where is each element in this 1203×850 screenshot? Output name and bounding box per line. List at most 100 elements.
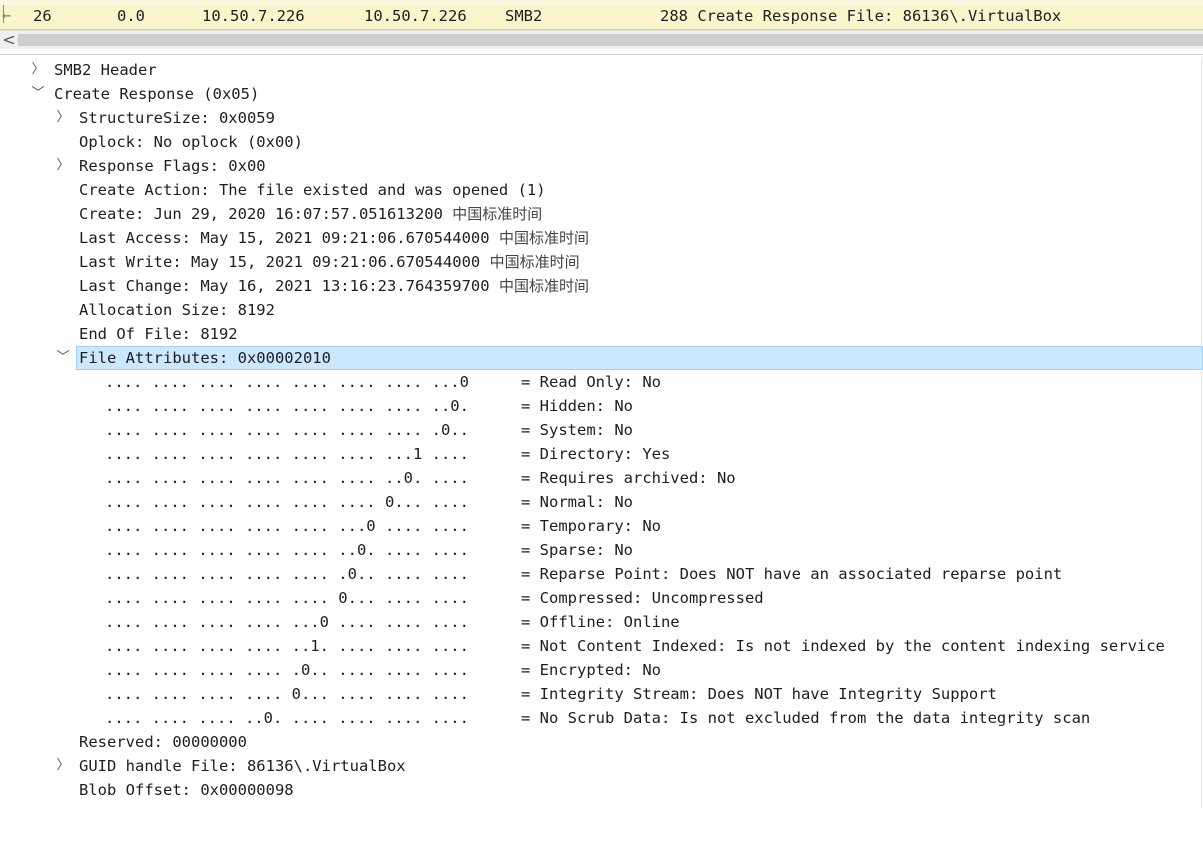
attribute-row-temporary[interactable]: .... .... .... .... .... ...0 .... .... =… bbox=[0, 514, 1203, 538]
attribute-label: = Hidden: No bbox=[521, 397, 633, 415]
attribute-row-offline[interactable]: .... .... .... .... ...0 .... .... .... =… bbox=[0, 610, 1203, 634]
tree-item-guid-handle[interactable]: 〉 GUID handle File: 86136\.VirtualBox bbox=[0, 754, 1203, 778]
packet-no: 26 bbox=[33, 7, 52, 25]
attribute-label: = Integrity Stream: Does NOT have Integr… bbox=[521, 685, 997, 703]
tree-item-label: SMB2 Header bbox=[54, 61, 157, 79]
tree-item-last-access[interactable]: Last Access: May 15, 2021 09:21:06.67054… bbox=[0, 226, 1203, 250]
tree-item-label: Blob Offset: 0x00000098 bbox=[79, 781, 294, 799]
timestamp-text: Create: Jun 29, 2020 16:07:57.051613200 bbox=[79, 205, 443, 223]
packet-list-horizontal-scrollbar[interactable]: < bbox=[0, 30, 1203, 49]
bitmask: .... .... .... ..0. .... .... .... .... bbox=[105, 709, 469, 727]
scroll-left-button[interactable]: < bbox=[0, 31, 18, 49]
attribute-label: = Normal: No bbox=[521, 493, 633, 511]
tree-item-last-write[interactable]: Last Write: May 15, 2021 09:21:06.670544… bbox=[0, 250, 1203, 274]
attribute-row-read-only[interactable]: .... .... .... .... .... .... .... ...0 =… bbox=[0, 370, 1203, 394]
timezone-label: 中国标准时间 bbox=[452, 205, 543, 223]
bitmask: .... .... .... .... .... ..0. .... .... bbox=[105, 541, 469, 559]
tree-item-label: File Attributes: 0x00002010 bbox=[79, 349, 331, 367]
tree-item-last-change[interactable]: Last Change: May 16, 2021 13:16:23.76435… bbox=[0, 274, 1203, 298]
tree-item-label: Response Flags: 0x00 bbox=[79, 157, 266, 175]
bitmask: .... .... .... .... .... .0.. .... .... bbox=[105, 565, 469, 583]
chevron-right-icon[interactable]: 〉 bbox=[31, 58, 45, 82]
tree-item-label: Reserved: 00000000 bbox=[79, 733, 247, 751]
attribute-label: = Not Content Indexed: Is not indexed by… bbox=[521, 637, 1165, 655]
tree-item-structure-size[interactable]: 〉 StructureSize: 0x0059 bbox=[0, 106, 1203, 130]
tree-item-end-of-file[interactable]: End Of File: 8192 bbox=[0, 322, 1203, 346]
timestamp-text: Last Access: May 15, 2021 09:21:06.67054… bbox=[79, 229, 490, 247]
attribute-label: = Directory: Yes bbox=[521, 445, 671, 463]
tree-item-label: Create Action: The file existed and was … bbox=[79, 181, 546, 199]
attribute-label: = No Scrub Data: Is not excluded from th… bbox=[521, 709, 1091, 727]
attribute-row-integrity-stream[interactable]: .... .... .... .... 0... .... .... .... =… bbox=[0, 682, 1203, 706]
attribute-row-reparse-point[interactable]: .... .... .... .... .... .0.. .... .... =… bbox=[0, 562, 1203, 586]
bitmask: .... .... .... .... .... .... ...1 .... bbox=[105, 445, 469, 463]
bitmask: .... .... .... .... .0.. .... .... .... bbox=[105, 661, 469, 679]
bitmask: .... .... .... .... .... .... .... ..0. bbox=[105, 397, 469, 415]
timestamp-text: Last Write: May 15, 2021 09:21:06.670544… bbox=[79, 253, 481, 271]
chevron-down-icon[interactable]: ﹀ bbox=[31, 82, 45, 106]
bitmask: .... .... .... .... .... 0... .... .... bbox=[105, 589, 469, 607]
attribute-label: = Temporary: No bbox=[521, 517, 661, 535]
tree-item-label: StructureSize: 0x0059 bbox=[79, 109, 275, 127]
attribute-label: = System: No bbox=[521, 421, 633, 439]
tree-item-label: GUID handle File: 86136\.VirtualBox bbox=[79, 757, 406, 775]
tree-item-create-response[interactable]: ﹀ Create Response (0x05) bbox=[0, 82, 1203, 106]
packet-info: 288 Create Response File: 86136\.Virtual… bbox=[660, 7, 1062, 25]
tree-item-smb2-header[interactable]: 〉 SMB2 Header bbox=[0, 58, 1203, 82]
tree-item-label: Create Response (0x05) bbox=[54, 85, 260, 103]
bitmask: .... .... .... .... 0... .... .... .... bbox=[105, 685, 469, 703]
packet-destination: 10.50.7.226 bbox=[364, 7, 467, 25]
attribute-row-hidden[interactable]: .... .... .... .... .... .... .... ..0. =… bbox=[0, 394, 1203, 418]
pane-divider[interactable] bbox=[0, 54, 1203, 55]
attribute-row-encrypted[interactable]: .... .... .... .... .0.. .... .... .... =… bbox=[0, 658, 1203, 682]
tree-item-oplock[interactable]: Oplock: No oplock (0x00) bbox=[0, 130, 1203, 154]
attribute-row-system[interactable]: .... .... .... .... .... .... .... .0.. =… bbox=[0, 418, 1203, 442]
timezone-label: 中国标准时间 bbox=[498, 229, 589, 247]
tree-item-label: Last Write: May 15, 2021 09:21:06.670544… bbox=[79, 250, 580, 274]
attribute-row-requires-archived[interactable]: .... .... .... .... .... .... ..0. .... =… bbox=[0, 466, 1203, 490]
packet-source: 10.50.7.226 bbox=[202, 7, 305, 25]
attribute-row-no-scrub-data[interactable]: .... .... .... ..0. .... .... .... .... =… bbox=[0, 706, 1203, 730]
tree-item-label: End Of File: 8192 bbox=[79, 325, 238, 343]
packet-list-row[interactable]: ← 26 0.0 10.50.7.226 10.50.7.226 SMB2 28… bbox=[0, 0, 1203, 30]
chevron-right-icon[interactable]: 〉 bbox=[56, 154, 70, 178]
tree-item-blob-offset[interactable]: Blob Offset: 0x00000098 bbox=[0, 778, 1203, 802]
pane-right-edge bbox=[1201, 58, 1202, 807]
tree-item-label: Last Change: May 16, 2021 13:16:23.76435… bbox=[79, 274, 589, 298]
bitmask: .... .... .... .... .... .... ..0. .... bbox=[105, 469, 469, 487]
timezone-label: 中国标准时间 bbox=[489, 253, 580, 271]
tree-item-label: Create: Jun 29, 2020 16:07:57.051613200 … bbox=[79, 202, 542, 226]
tree-item-label: Oplock: No oplock (0x00) bbox=[79, 133, 303, 151]
attribute-label: = Sparse: No bbox=[521, 541, 633, 559]
packet-protocol: SMB2 bbox=[505, 7, 543, 25]
chevron-right-icon[interactable]: 〉 bbox=[56, 754, 70, 778]
timezone-label: 中国标准时间 bbox=[498, 277, 589, 295]
bitmask: .... .... .... .... .... ...0 .... .... bbox=[105, 517, 469, 535]
attribute-label: = Read Only: No bbox=[521, 373, 661, 391]
tree-item-create-time[interactable]: Create: Jun 29, 2020 16:07:57.051613200 … bbox=[0, 202, 1203, 226]
attribute-label: = Encrypted: No bbox=[521, 661, 661, 679]
chevron-down-icon[interactable]: ﹀ bbox=[56, 346, 70, 370]
tree-item-allocation-size[interactable]: Allocation Size: 8192 bbox=[0, 298, 1203, 322]
tree-item-create-action[interactable]: Create Action: The file existed and was … bbox=[0, 178, 1203, 202]
chevron-right-icon[interactable]: 〉 bbox=[56, 106, 70, 130]
tree-item-label: Allocation Size: 8192 bbox=[79, 301, 275, 319]
attribute-row-not-content-indexed[interactable]: .... .... .... .... ..1. .... .... .... =… bbox=[0, 634, 1203, 658]
attribute-row-directory[interactable]: .... .... .... .... .... .... ...1 .... =… bbox=[0, 442, 1203, 466]
attribute-row-sparse[interactable]: .... .... .... .... .... ..0. .... .... =… bbox=[0, 538, 1203, 562]
bitmask: .... .... .... .... .... .... .... ...0 bbox=[105, 373, 469, 391]
packet-details-tree: 〉 SMB2 Header ﹀ Create Response (0x05) 〉… bbox=[0, 58, 1203, 802]
tree-item-response-flags[interactable]: 〉 Response Flags: 0x00 bbox=[0, 154, 1203, 178]
bitmask: .... .... .... .... .... .... .... .0.. bbox=[105, 421, 469, 439]
attribute-row-compressed[interactable]: .... .... .... .... .... 0... .... .... =… bbox=[0, 586, 1203, 610]
scrollbar-thumb[interactable] bbox=[18, 34, 1203, 46]
attribute-label: = Offline: Online bbox=[521, 613, 680, 631]
packet-list-top-edge bbox=[0, 0, 1203, 5]
tree-item-file-attributes[interactable]: ﹀ File Attributes: 0x00002010 bbox=[0, 346, 1203, 370]
tree-item-label: Last Access: May 15, 2021 09:21:06.67054… bbox=[79, 226, 589, 250]
bitmask: .... .... .... .... .... .... 0... .... bbox=[105, 493, 469, 511]
attribute-row-normal[interactable]: .... .... .... .... .... .... 0... .... =… bbox=[0, 490, 1203, 514]
packet-time: 0.0 bbox=[117, 7, 145, 25]
tree-item-reserved[interactable]: Reserved: 00000000 bbox=[0, 730, 1203, 754]
bitmask: .... .... .... .... ...0 .... .... .... bbox=[105, 613, 469, 631]
